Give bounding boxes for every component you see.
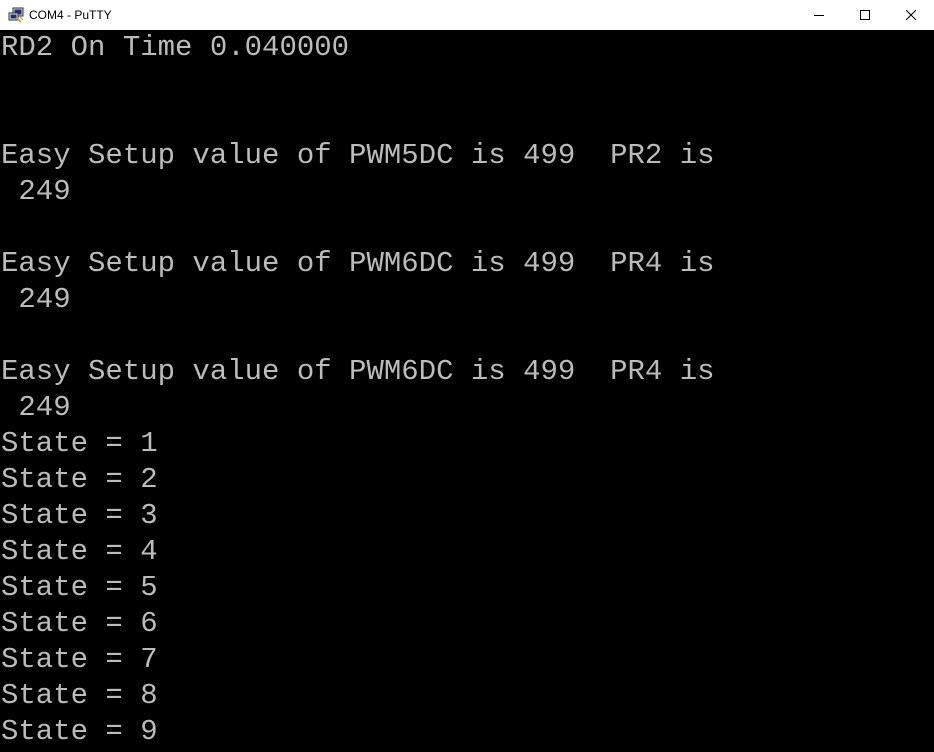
terminal-line: State = 9 [1, 715, 158, 748]
terminal-line: State = 1 [1, 427, 158, 460]
terminal-line: State = 5 [1, 571, 158, 604]
terminal-output[interactable]: RD2 On Time 0.040000 Easy Setup value of … [0, 30, 934, 752]
terminal-line: 249 [1, 175, 71, 208]
terminal-line: Easy Setup value of PWM6DC is 499 PR4 is [1, 355, 715, 388]
putty-icon[interactable] [8, 7, 24, 23]
terminal-line: State = 2 [1, 463, 158, 496]
terminal-line: Easy Setup value of PWM6DC is 499 PR4 is [1, 247, 715, 280]
close-button[interactable] [888, 0, 934, 30]
minimize-button[interactable] [796, 0, 842, 30]
terminal-line: 249 [1, 391, 71, 424]
terminal-line: State = 4 [1, 535, 158, 568]
terminal-line: State = 3 [1, 499, 158, 532]
terminal-line: Easy Setup value of PWM5DC is 499 PR2 is [1, 139, 715, 172]
minimize-icon [814, 15, 824, 16]
maximize-icon [860, 10, 870, 20]
terminal-line: 249 [1, 283, 71, 316]
window-title: COM4 - PuTTY [29, 8, 112, 22]
terminal-line: State = 7 [1, 643, 158, 676]
maximize-button[interactable] [842, 0, 888, 30]
terminal-line: State = 8 [1, 679, 158, 712]
window-controls [796, 0, 934, 30]
close-icon [906, 10, 916, 20]
title-bar[interactable]: COM4 - PuTTY [0, 0, 934, 30]
terminal-line: RD2 On Time 0.040000 [1, 31, 350, 64]
putty-window: COM4 - PuTTY RD2 On Time 0.040000 Easy Se… [0, 0, 934, 752]
terminal-line: State = 6 [1, 607, 158, 640]
